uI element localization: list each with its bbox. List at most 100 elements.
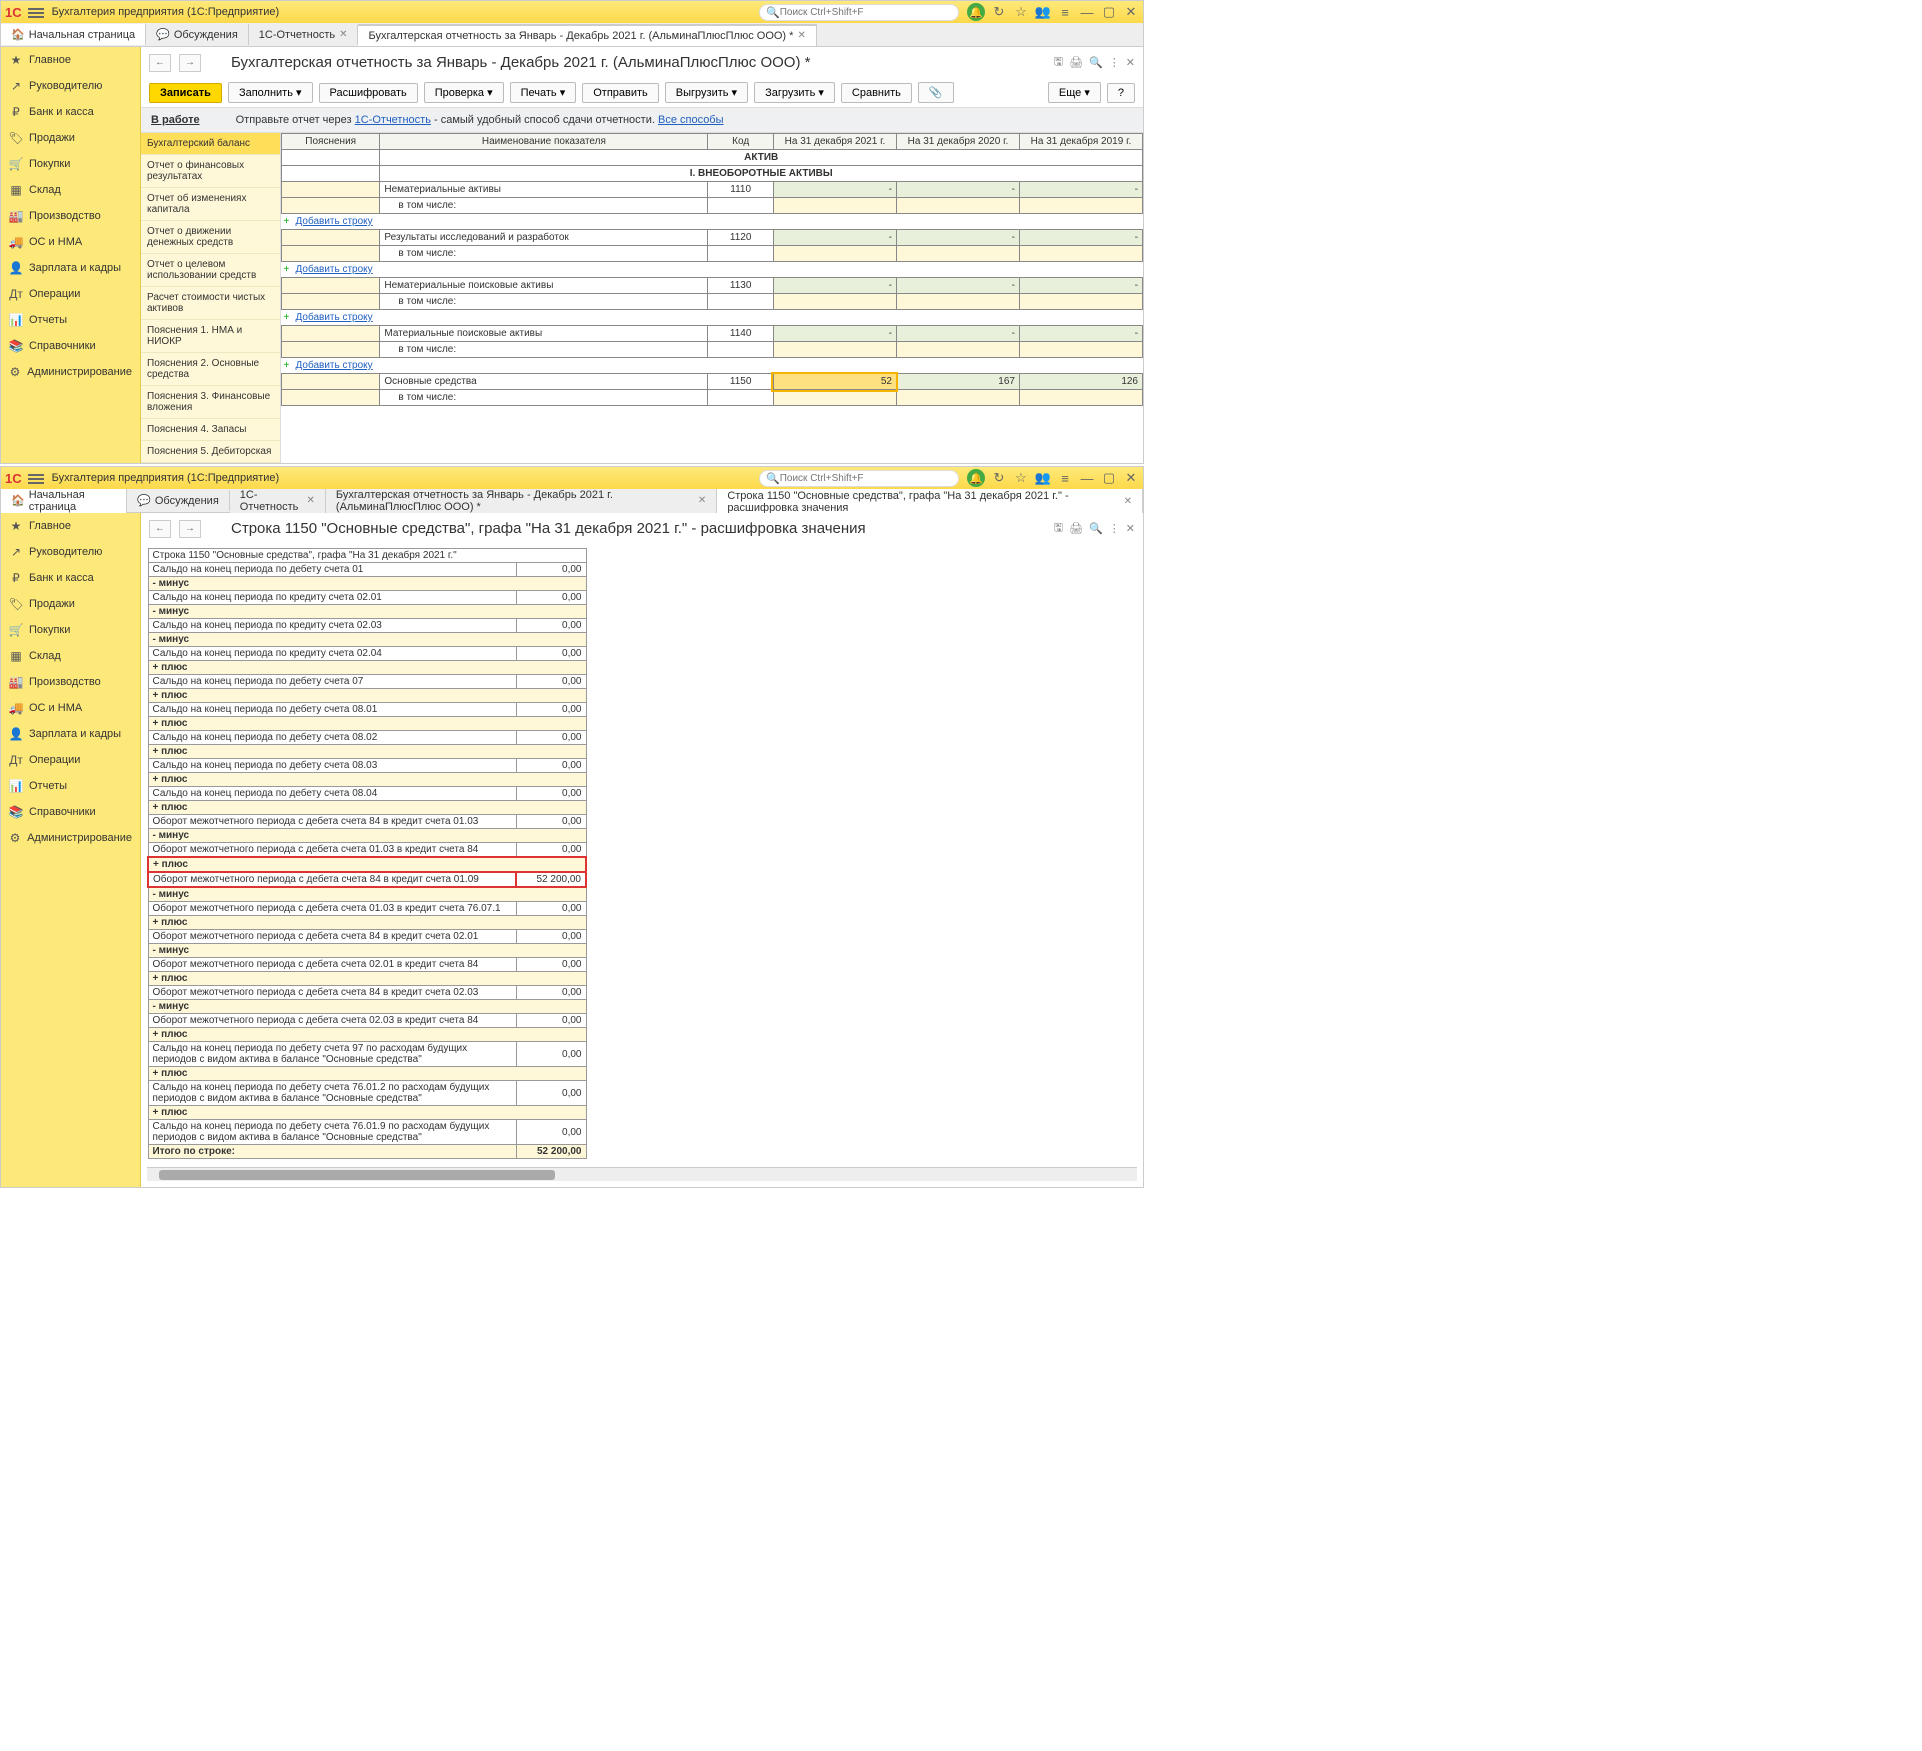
scrollbar-thumb[interactable] <box>159 1170 555 1180</box>
help-button[interactable]: ? <box>1107 83 1135 103</box>
tree-item[interactable]: Отчет о финансовых результатах <box>141 155 280 188</box>
sidebar-item[interactable]: 📚Справочники <box>1 333 140 359</box>
tab-close-icon[interactable]: ✕ <box>1124 496 1132 507</box>
settings-icon[interactable]: ≡ <box>1057 470 1073 486</box>
star-icon[interactable]: ☆ <box>1013 4 1029 20</box>
close-pane-icon[interactable]: ✕ <box>1126 522 1135 535</box>
hamburger-icon[interactable] <box>28 472 44 484</box>
tree-item[interactable]: Пояснения 4. Запасы <box>141 419 280 441</box>
close-icon[interactable]: ✕ <box>1123 4 1139 20</box>
tab-1c-reporting[interactable]: 1С-Отчетность ✕ <box>249 25 359 45</box>
preview-icon[interactable]: 🔍 <box>1089 56 1103 69</box>
forward-button[interactable]: → <box>179 520 201 538</box>
save-icon[interactable]: 🖫 <box>1054 519 1063 538</box>
grid-row[interactable]: Материальные поисковые активы1140--- <box>282 326 1143 342</box>
grid-row[interactable]: Результаты исследований и разработок1120… <box>282 230 1143 246</box>
sidebar-item[interactable]: ДтОперации <box>1 281 140 307</box>
horizontal-scrollbar[interactable] <box>147 1167 1137 1181</box>
forward-button[interactable]: → <box>179 54 201 72</box>
save-icon[interactable]: 🖫 <box>1054 53 1063 72</box>
tree-item[interactable]: Пояснения 2. Основные средства <box>141 353 280 386</box>
user-icon[interactable]: 👥 <box>1035 470 1051 486</box>
close-icon[interactable]: ✕ <box>1123 470 1139 486</box>
maximize-icon[interactable]: ▢ <box>1101 470 1117 486</box>
tree-item[interactable]: Отчет о движении денежных средств <box>141 221 280 254</box>
link-all-ways[interactable]: Все способы <box>658 114 724 126</box>
sidebar-item[interactable]: 📚Справочники <box>1 799 140 825</box>
attach-button[interactable]: 📎 <box>918 82 954 103</box>
sidebar-item[interactable]: 🚚ОС и НМА <box>1 695 140 721</box>
close-pane-icon[interactable]: ✕ <box>1126 56 1135 69</box>
print-icon[interactable]: 🖨 <box>1069 522 1083 535</box>
tab-discussions[interactable]: 💬 Обсуждения <box>127 490 230 511</box>
upload-button[interactable]: Выгрузить ▾ <box>665 82 748 103</box>
preview-icon[interactable]: 🔍 <box>1089 522 1103 535</box>
decode-button[interactable]: Расшифровать <box>319 83 418 103</box>
back-button[interactable]: ← <box>149 520 171 538</box>
tree-item[interactable]: Пояснения 5. Дебиторская <box>141 441 280 463</box>
add-row-link[interactable]: Добавить строку <box>282 312 373 323</box>
minimize-icon[interactable]: — <box>1079 470 1095 486</box>
sidebar-item[interactable]: ↗Руководителю <box>1 539 140 565</box>
tree-item[interactable]: Пояснения 3. Финансовые вложения <box>141 386 280 419</box>
sidebar-item[interactable]: 📊Отчеты <box>1 773 140 799</box>
print-icon[interactable]: 🖨 <box>1069 56 1083 69</box>
maximize-icon[interactable]: ▢ <box>1101 4 1117 20</box>
link-1c-reporting[interactable]: 1С-Отчетность <box>355 114 431 126</box>
back-button[interactable]: ← <box>149 54 171 72</box>
minimize-icon[interactable]: — <box>1079 4 1095 20</box>
search-input[interactable] <box>780 7 952 18</box>
tab-close-icon[interactable]: ✕ <box>307 495 315 506</box>
send-button[interactable]: Отправить <box>582 83 659 103</box>
tree-item[interactable]: Расчет стоимости чистых активов <box>141 287 280 320</box>
sidebar-item[interactable]: ⚙Администрирование <box>1 359 140 385</box>
sidebar-item[interactable]: ★Главное <box>1 513 140 539</box>
sidebar-item[interactable]: 🛒Покупки <box>1 151 140 177</box>
sidebar-item[interactable]: ⚙Администрирование <box>1 825 140 851</box>
add-row-link[interactable]: Добавить строку <box>282 216 373 227</box>
tree-item[interactable]: Отчет о целевом использовании средств <box>141 254 280 287</box>
sidebar-item[interactable]: ▦Склад <box>1 177 140 203</box>
tree-item[interactable]: Пояснения 1. НМА и НИОКР <box>141 320 280 353</box>
history-icon[interactable]: ↻ <box>991 4 1007 20</box>
sidebar-item[interactable]: ₽Банк и касса <box>1 565 140 591</box>
fill-button[interactable]: Заполнить ▾ <box>228 82 313 103</box>
global-search[interactable]: 🔍 <box>759 470 959 487</box>
print-button[interactable]: Печать ▾ <box>510 82 577 103</box>
user-icon[interactable]: 👥 <box>1035 4 1051 20</box>
sidebar-item[interactable]: 🏷Продажи <box>1 125 140 151</box>
load-button[interactable]: Загрузить ▾ <box>754 82 835 103</box>
menu-icon[interactable]: ⋮ <box>1109 522 1120 535</box>
grid-row[interactable]: Нематериальные поисковые активы1130--- <box>282 278 1143 294</box>
tab-report[interactable]: Бухгалтерская отчетность за Январь - Дек… <box>358 24 816 46</box>
sidebar-item[interactable]: ★Главное <box>1 47 140 73</box>
sidebar-item[interactable]: 📊Отчеты <box>1 307 140 333</box>
tab-discussions[interactable]: 💬 Обсуждения <box>146 24 249 45</box>
bell-icon[interactable]: 🔔 <box>967 469 985 487</box>
sidebar-item[interactable]: 👤Зарплата и кадры <box>1 721 140 747</box>
sidebar-item[interactable]: 🏷Продажи <box>1 591 140 617</box>
compare-button[interactable]: Сравнить <box>841 83 912 103</box>
sidebar-item[interactable]: 👤Зарплата и кадры <box>1 255 140 281</box>
history-icon[interactable]: ↻ <box>991 470 1007 486</box>
tab-1c-reporting[interactable]: 1С-Отчетность ✕ <box>230 485 326 517</box>
save-button[interactable]: Записать <box>149 83 222 103</box>
add-row-link[interactable]: Добавить строку <box>282 360 373 371</box>
tab-home[interactable]: 🏠 Начальная страница <box>1 24 146 45</box>
sidebar-item[interactable]: 🏭Производство <box>1 669 140 695</box>
tree-item[interactable]: Отчет об изменениях капитала <box>141 188 280 221</box>
hamburger-icon[interactable] <box>28 6 44 18</box>
sidebar-item[interactable]: 🏭Производство <box>1 203 140 229</box>
check-button[interactable]: Проверка ▾ <box>424 82 504 103</box>
status-label[interactable]: В работе <box>151 114 200 126</box>
sidebar-item[interactable]: ДтОперации <box>1 747 140 773</box>
search-input[interactable] <box>780 473 952 484</box>
sidebar-item[interactable]: ↗Руководителю <box>1 73 140 99</box>
sidebar-item[interactable]: ₽Банк и касса <box>1 99 140 125</box>
grid-row[interactable]: Основные средства115052167126 <box>282 374 1143 390</box>
sidebar-item[interactable]: ▦Склад <box>1 643 140 669</box>
global-search[interactable]: 🔍 <box>759 4 959 21</box>
bell-icon[interactable]: 🔔 <box>967 3 985 21</box>
add-row-link[interactable]: Добавить строку <box>282 264 373 275</box>
tab-close-icon[interactable]: ✕ <box>698 495 706 506</box>
